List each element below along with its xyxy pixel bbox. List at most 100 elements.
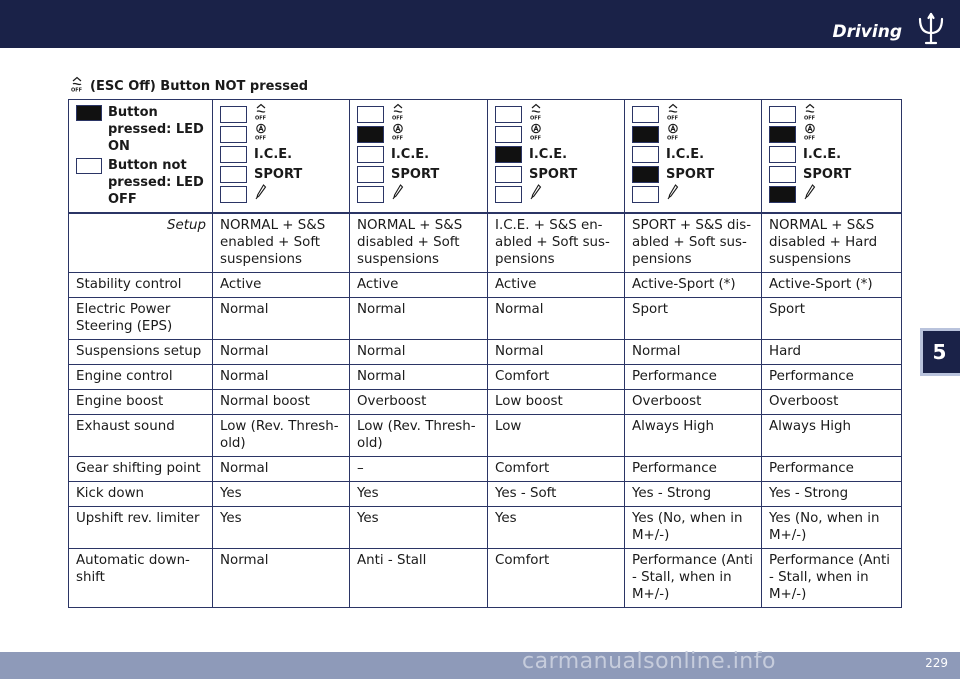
led-row: OFF: [632, 103, 755, 124]
table-cell: Comfort: [487, 364, 625, 390]
table-cell: Overboost: [761, 389, 902, 415]
svg-text:OFF: OFF: [667, 115, 678, 121]
table-cell: Normal: [212, 297, 350, 340]
led-off-indicator: [76, 158, 102, 174]
row-label: Automatic down-shift: [68, 548, 213, 608]
svg-text:OFF: OFF: [392, 115, 403, 121]
led-off-indicator: [769, 105, 796, 123]
table-cell: Low boost: [487, 389, 625, 415]
manual-gear-icon: [666, 183, 680, 206]
led-row: I.C.E.: [769, 144, 895, 164]
led-row: SPORT: [220, 164, 343, 184]
table-row: Exhaust sound Low (Rev. Thresh-old) Low (R…: [68, 414, 902, 457]
table-cell: Sport: [761, 297, 902, 340]
legend-on: Button pressed: LED ON: [76, 104, 206, 155]
led-on-indicator: [357, 125, 384, 143]
svg-text:OFF: OFF: [255, 115, 266, 121]
led-off-indicator: [357, 145, 384, 163]
legend-off: Button not pressed: LED OFF: [76, 157, 206, 208]
led-off-indicator: [220, 185, 247, 203]
suspension-off-icon: OFF: [254, 123, 268, 146]
led-on-indicator: [769, 125, 796, 143]
led-off-indicator: [220, 125, 247, 143]
led-row: I.C.E.: [220, 144, 343, 164]
table-cell: Sport: [624, 297, 762, 340]
table-cell: Normal: [212, 339, 350, 365]
row-label: Upshift rev. limiter: [68, 506, 213, 549]
led-row: [495, 183, 618, 204]
table-heading: OFF (ESC Off) Button NOT pressed: [70, 76, 308, 96]
ice-label: I.C.E.: [529, 146, 568, 162]
table-cell: Low (Rev. Thresh-old): [349, 414, 488, 457]
table-cell: Yes (No, when in M+/-): [761, 506, 902, 549]
esc-off-icon: OFF: [70, 76, 84, 96]
led-off-indicator: [632, 185, 659, 203]
legend-cell: Button pressed: LED ON Button not presse…: [68, 99, 213, 214]
suspension-off-icon: OFF: [666, 123, 680, 146]
table-cell: Yes (No, when in M+/-): [624, 506, 762, 549]
led-row: OFF: [220, 123, 343, 146]
led-on-indicator: [495, 145, 522, 163]
svg-text:OFF: OFF: [71, 88, 82, 93]
table-cell: Normal: [487, 339, 625, 365]
mode-column-2: OFF OFF I.C.E. SPORT: [349, 99, 488, 214]
table-cell: Hard: [761, 339, 902, 365]
table-cell: Active-Sport (*): [624, 272, 762, 298]
top-bar: [0, 0, 960, 48]
table-cell: Anti - Stall: [349, 548, 488, 608]
table-cell: NORMAL + S&S enabled + Soft suspensions: [212, 212, 350, 273]
chapter-tab[interactable]: 5: [920, 328, 960, 376]
suspension-off-icon: OFF: [529, 123, 543, 146]
sport-label: SPORT: [666, 166, 715, 182]
led-row: OFF: [769, 123, 895, 146]
led-off-indicator: [220, 165, 247, 183]
led-off-indicator: [220, 145, 247, 163]
svg-text:OFF: OFF: [667, 135, 678, 141]
ice-label: I.C.E.: [391, 146, 430, 162]
table-cell: Normal: [349, 364, 488, 390]
drive-modes-table: Button pressed: LED ON Button not presse…: [68, 99, 902, 608]
ice-label: I.C.E.: [666, 146, 705, 162]
table-cell: Performance (Anti - Stall, when in M+/-): [761, 548, 902, 608]
page-number: 229: [925, 656, 948, 670]
table-cell: Performance: [761, 456, 902, 482]
led-row: I.C.E.: [495, 144, 618, 164]
table-row: Upshift rev. limiter Yes Yes Yes Yes (No, wh…: [68, 506, 902, 549]
manual-gear-icon: [254, 183, 268, 206]
sport-label: SPORT: [803, 166, 852, 182]
row-label: Engine control: [68, 364, 213, 390]
table-cell: Normal: [349, 339, 488, 365]
led-on-indicator: [632, 165, 659, 183]
svg-text:OFF: OFF: [804, 135, 815, 141]
table-cell: Normal boost: [212, 389, 350, 415]
table-cell: Active: [212, 272, 350, 298]
led-row: [632, 183, 755, 206]
table-cell: Low (Rev. Thresh-old): [212, 414, 350, 457]
table-cell: Normal: [487, 297, 625, 340]
legend-off-text: Button not pressed: LED OFF: [108, 158, 204, 207]
watermark: carmanualsonline.info: [522, 649, 776, 674]
trident-logo-icon: [918, 12, 944, 45]
table-cell: Performance: [624, 364, 762, 390]
table-cell: Yes: [212, 481, 350, 507]
led-row: OFF: [357, 123, 481, 144]
led-row: OFF: [495, 103, 618, 124]
row-label: Exhaust sound: [68, 414, 213, 457]
table-cell: Yes: [487, 506, 625, 549]
svg-text:OFF: OFF: [255, 135, 266, 141]
table-cell: Performance (Anti - Stall, when in M+/-): [624, 548, 762, 608]
suspension-off-icon: OFF: [803, 123, 817, 146]
mode-column-3: OFF OFF I.C.E. SPORT: [487, 99, 625, 214]
led-off-indicator: [632, 145, 659, 163]
table-cell: Overboost: [349, 389, 488, 415]
led-off-indicator: [220, 105, 247, 123]
row-label: Setup: [68, 212, 213, 273]
table-cell: Performance: [624, 456, 762, 482]
led-off-indicator: [495, 105, 522, 123]
led-off-indicator: [357, 185, 384, 203]
led-off-indicator: [357, 165, 384, 183]
table-cell: Yes: [349, 481, 488, 507]
led-off-indicator: [495, 165, 522, 183]
table-cell: Normal: [624, 339, 762, 365]
table-cell: Low: [487, 414, 625, 457]
